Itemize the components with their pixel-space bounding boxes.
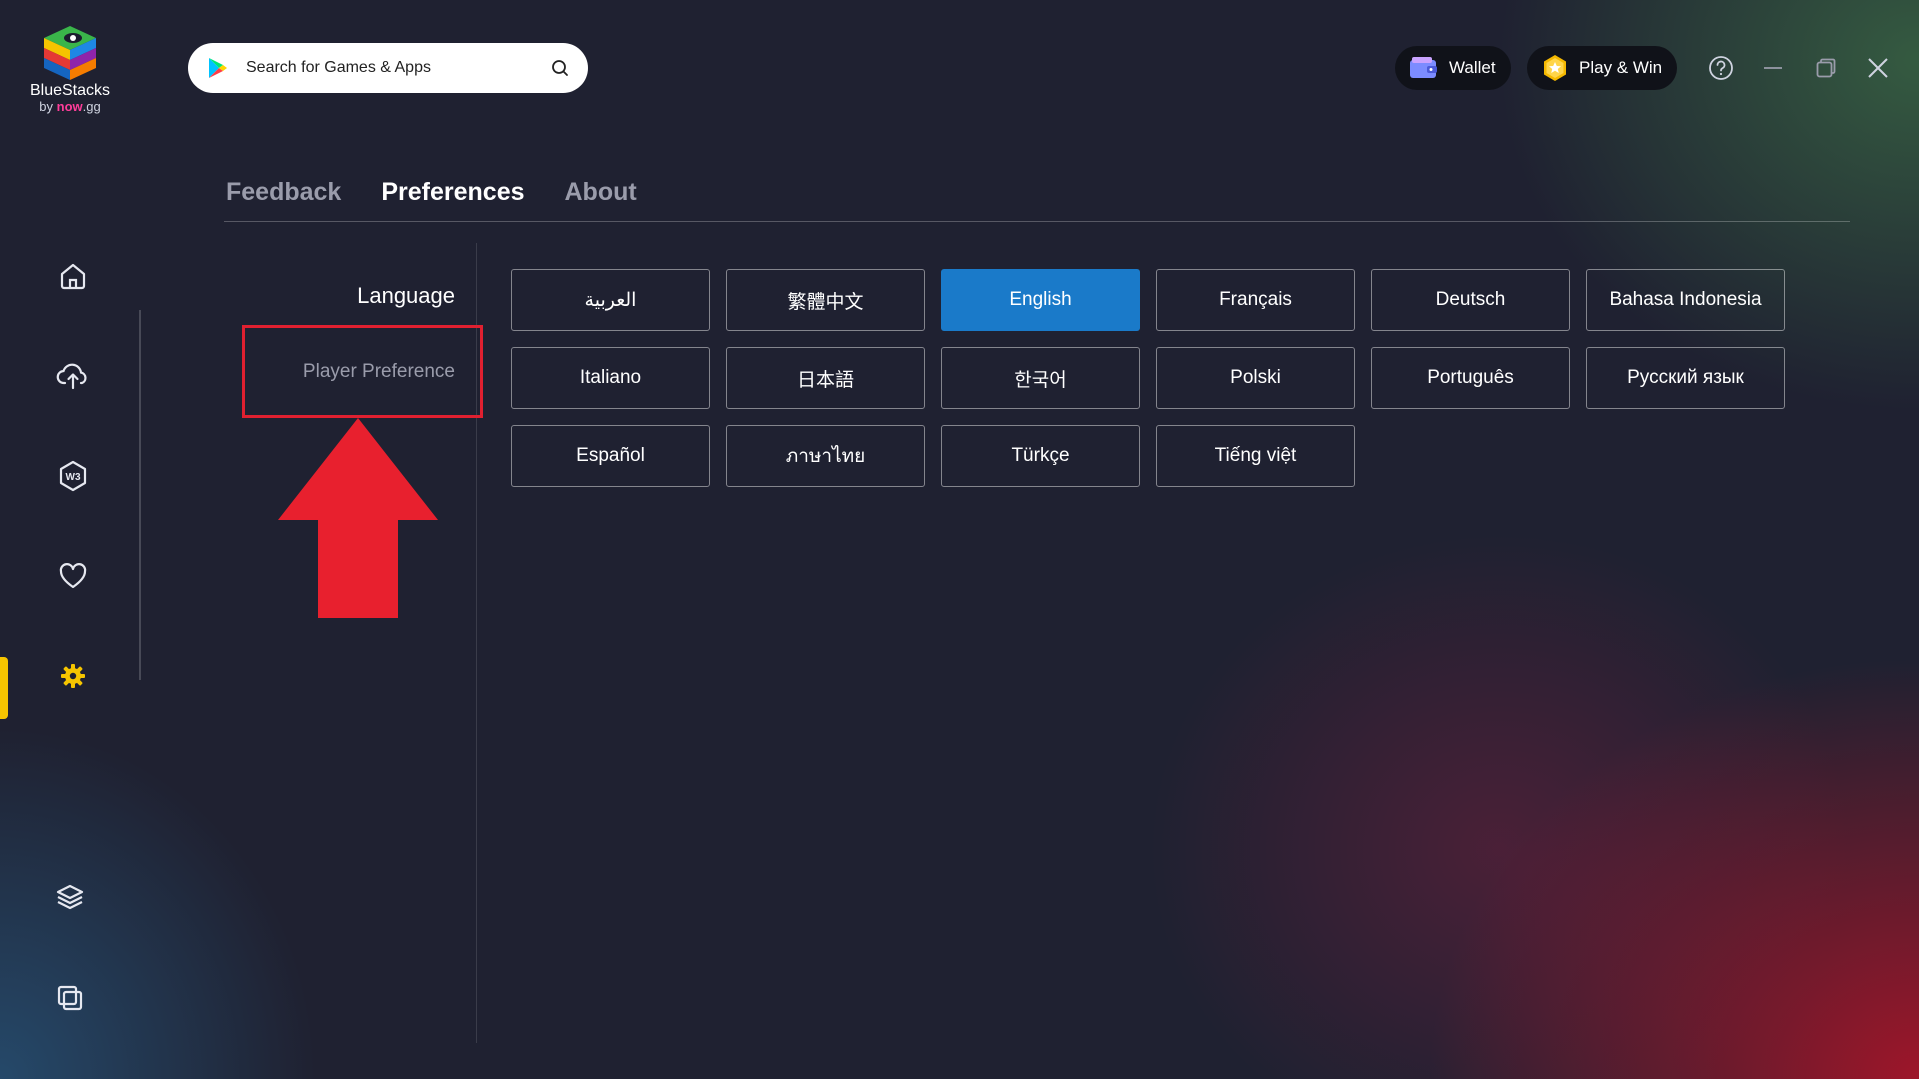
- byline-brand: now: [56, 99, 83, 114]
- language-option-russian[interactable]: Русский язык: [1586, 347, 1785, 409]
- language-option-french[interactable]: Français: [1156, 269, 1355, 331]
- language-option-turkish[interactable]: Türkçe: [941, 425, 1140, 487]
- home-icon[interactable]: [54, 257, 92, 295]
- language-option-spanish[interactable]: Español: [511, 425, 710, 487]
- app-name: BlueStacks: [29, 82, 111, 99]
- close-icon[interactable]: [1862, 52, 1894, 84]
- sidebar-divider: [139, 310, 141, 680]
- settings-tabs: Feedback Preferences About: [226, 178, 637, 207]
- app-byline: by now.gg: [28, 100, 112, 114]
- byline-suffix: .gg: [82, 99, 101, 114]
- language-option-korean[interactable]: 한국어: [941, 347, 1140, 409]
- tab-preferences[interactable]: Preferences: [381, 178, 524, 207]
- minimize-icon[interactable]: [1757, 52, 1789, 84]
- bluestacks-logo: BlueStacks by now.gg: [28, 24, 112, 116]
- language-option-indonesian[interactable]: Bahasa Indonesia: [1586, 269, 1785, 331]
- search-input[interactable]: Search for Games & Apps: [246, 59, 550, 77]
- heart-icon[interactable]: [54, 557, 92, 595]
- search-bar[interactable]: Search for Games & Apps: [188, 43, 588, 93]
- language-option-portuguese[interactable]: Português: [1371, 347, 1570, 409]
- play-win-label: Play & Win: [1579, 58, 1663, 77]
- language-option-thai[interactable]: ภาษาไทย: [726, 425, 925, 487]
- google-play-icon: [209, 58, 227, 78]
- gear-icon[interactable]: [54, 657, 92, 695]
- tab-feedback[interactable]: Feedback: [226, 178, 341, 207]
- language-option-traditional-chinese[interactable]: 繁體中文: [726, 269, 925, 331]
- menu-item-language[interactable]: Language: [357, 283, 455, 309]
- layers-icon[interactable]: [51, 878, 89, 916]
- bluestacks-logo-icon: [44, 26, 96, 80]
- cloud-upload-icon[interactable]: [54, 357, 92, 395]
- svg-text:W3: W3: [66, 472, 81, 483]
- language-option-german[interactable]: Deutsch: [1371, 269, 1570, 331]
- w3-icon[interactable]: W3: [54, 457, 92, 495]
- coin-icon: [1541, 54, 1569, 82]
- language-grid: العربية 繁體中文 English Français Deutsch Ba…: [511, 269, 1785, 487]
- language-option-japanese[interactable]: 日本語: [726, 347, 925, 409]
- annotation-arrow-icon: [278, 418, 438, 618]
- language-option-arabic[interactable]: العربية: [511, 269, 710, 331]
- language-option-english[interactable]: English: [941, 269, 1140, 331]
- language-option-vietnamese[interactable]: Tiếng việt: [1156, 425, 1355, 487]
- search-icon[interactable]: [550, 58, 570, 78]
- tab-about[interactable]: About: [565, 178, 637, 207]
- byline-prefix: by: [39, 99, 54, 114]
- active-nav-indicator: [0, 657, 8, 719]
- annotation-highlight-box: [242, 325, 483, 418]
- language-option-polish[interactable]: Polski: [1156, 347, 1355, 409]
- language-option-italian[interactable]: Italiano: [511, 347, 710, 409]
- wallet-icon: [1409, 56, 1439, 80]
- restore-icon[interactable]: [1810, 52, 1842, 84]
- play-win-button[interactable]: Play & Win: [1527, 46, 1678, 90]
- wallet-label: Wallet: [1449, 58, 1496, 77]
- help-icon[interactable]: [1705, 52, 1737, 84]
- tabs-divider: [224, 221, 1850, 222]
- wallet-button[interactable]: Wallet: [1395, 46, 1511, 90]
- multi-window-icon[interactable]: [51, 979, 89, 1017]
